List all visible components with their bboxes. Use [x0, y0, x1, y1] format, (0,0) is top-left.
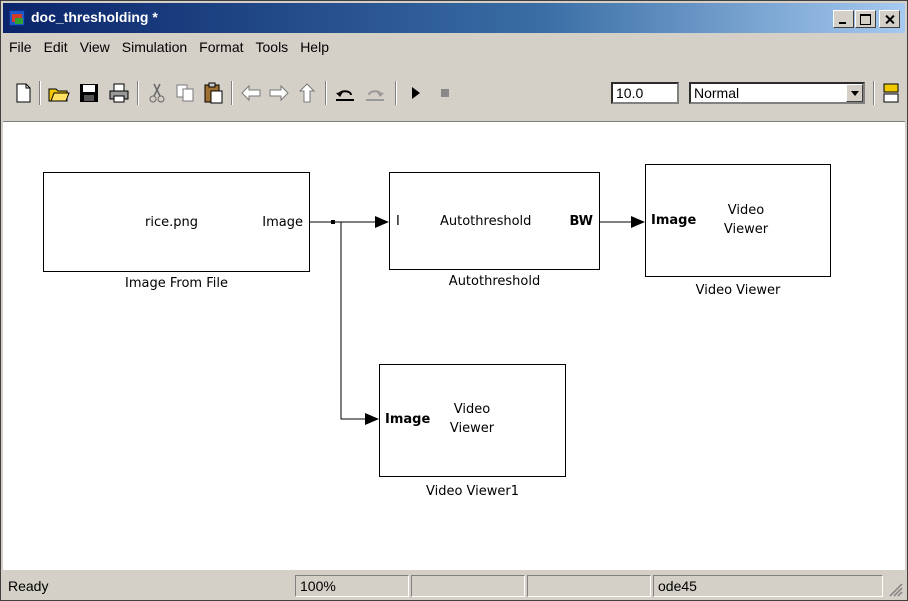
status-bar: Ready 100% ode45	[3, 573, 905, 599]
undo-icon[interactable]	[333, 81, 357, 105]
redo-icon[interactable]	[363, 81, 387, 105]
simulation-mode-select[interactable]: Normal	[689, 82, 865, 104]
arrowhead	[631, 216, 645, 228]
input-port-label: Image	[651, 213, 697, 228]
toolbar: 10.0 Normal	[3, 71, 905, 119]
status-panel-empty	[411, 575, 525, 597]
block-content-line2: Viewer	[449, 421, 495, 436]
output-port-label: Image	[262, 215, 303, 230]
toolbar-separator	[325, 81, 327, 105]
menu-simulation[interactable]: Simulation	[116, 35, 193, 55]
status-text: Ready	[8, 578, 49, 594]
input-port-label: I	[396, 214, 400, 229]
simulink-app-icon	[9, 10, 25, 26]
menu-file[interactable]: File	[3, 35, 38, 55]
copy-icon[interactable]	[173, 81, 197, 105]
block-name[interactable]: Video Viewer	[645, 283, 831, 298]
new-model-icon[interactable]	[11, 81, 35, 105]
block-content-line1: Video	[453, 402, 491, 417]
video-viewer-block[interactable]: Image Video Viewer	[645, 164, 831, 277]
stop-simulation-icon[interactable]	[433, 81, 457, 105]
menu-tools[interactable]: Tools	[250, 35, 295, 55]
window-title: doc_thresholding *	[31, 9, 158, 25]
signal-line-branch-to-viewer1	[340, 222, 365, 420]
toolbar-separator	[39, 81, 41, 105]
stop-time-field[interactable]: 10.0	[611, 82, 679, 104]
simulink-window: doc_thresholding * File Edit View Simulatio…	[0, 0, 908, 601]
menu-view[interactable]: View	[74, 35, 116, 55]
back-arrow-icon[interactable]	[239, 81, 263, 105]
menu-format[interactable]: Format	[193, 35, 249, 55]
image-from-file-block[interactable]: rice.png Image	[43, 172, 310, 272]
up-arrow-icon[interactable]	[295, 81, 319, 105]
solver-name: ode45	[653, 575, 883, 597]
video-viewer1-block[interactable]: Image Video Viewer	[379, 364, 566, 477]
chevron-down-icon[interactable]	[846, 84, 863, 102]
minimize-button[interactable]	[833, 10, 854, 28]
arrowhead	[375, 216, 389, 228]
menu-help[interactable]: Help	[294, 35, 335, 55]
menu-edit[interactable]: Edit	[38, 35, 74, 55]
zoom-level: 100%	[295, 575, 409, 597]
toolbar-separator	[873, 81, 875, 105]
block-name[interactable]: Autothreshold	[389, 274, 600, 289]
menu-bar: File Edit View Simulation Format Tools Help	[3, 35, 905, 57]
resize-grip-icon[interactable]	[887, 581, 903, 597]
status-panel-empty	[527, 575, 651, 597]
model-canvas[interactable]: rice.png Image Image From File I Autothr…	[3, 121, 905, 570]
paste-icon[interactable]	[201, 81, 225, 105]
output-port-label: BW	[569, 214, 593, 229]
branch-point	[331, 220, 335, 224]
library-browser-icon[interactable]	[879, 81, 903, 105]
forward-arrow-icon[interactable]	[267, 81, 291, 105]
block-content: rice.png	[145, 215, 198, 230]
toolbar-separator	[395, 81, 397, 105]
autothreshold-block[interactable]: I Autothreshold BW	[389, 172, 600, 270]
print-icon[interactable]	[107, 81, 131, 105]
start-simulation-icon[interactable]	[403, 81, 427, 105]
block-content-line1: Video	[727, 203, 765, 218]
toolbar-separator	[231, 81, 233, 105]
block-content-line2: Viewer	[723, 222, 769, 237]
title-bar[interactable]: doc_thresholding *	[3, 3, 905, 33]
arrowhead	[365, 413, 379, 425]
block-name[interactable]: Video Viewer1	[379, 484, 566, 499]
maximize-button[interactable]	[855, 10, 876, 28]
toolbar-separator	[137, 81, 139, 105]
input-port-label: Image	[385, 412, 431, 427]
open-folder-icon[interactable]	[47, 81, 71, 105]
close-button[interactable]	[879, 10, 900, 28]
save-icon[interactable]	[77, 81, 101, 105]
block-name[interactable]: Image From File	[43, 276, 310, 291]
cut-icon[interactable]	[145, 81, 169, 105]
simulation-mode-value: Normal	[694, 85, 740, 101]
block-content: Autothreshold	[440, 214, 532, 229]
